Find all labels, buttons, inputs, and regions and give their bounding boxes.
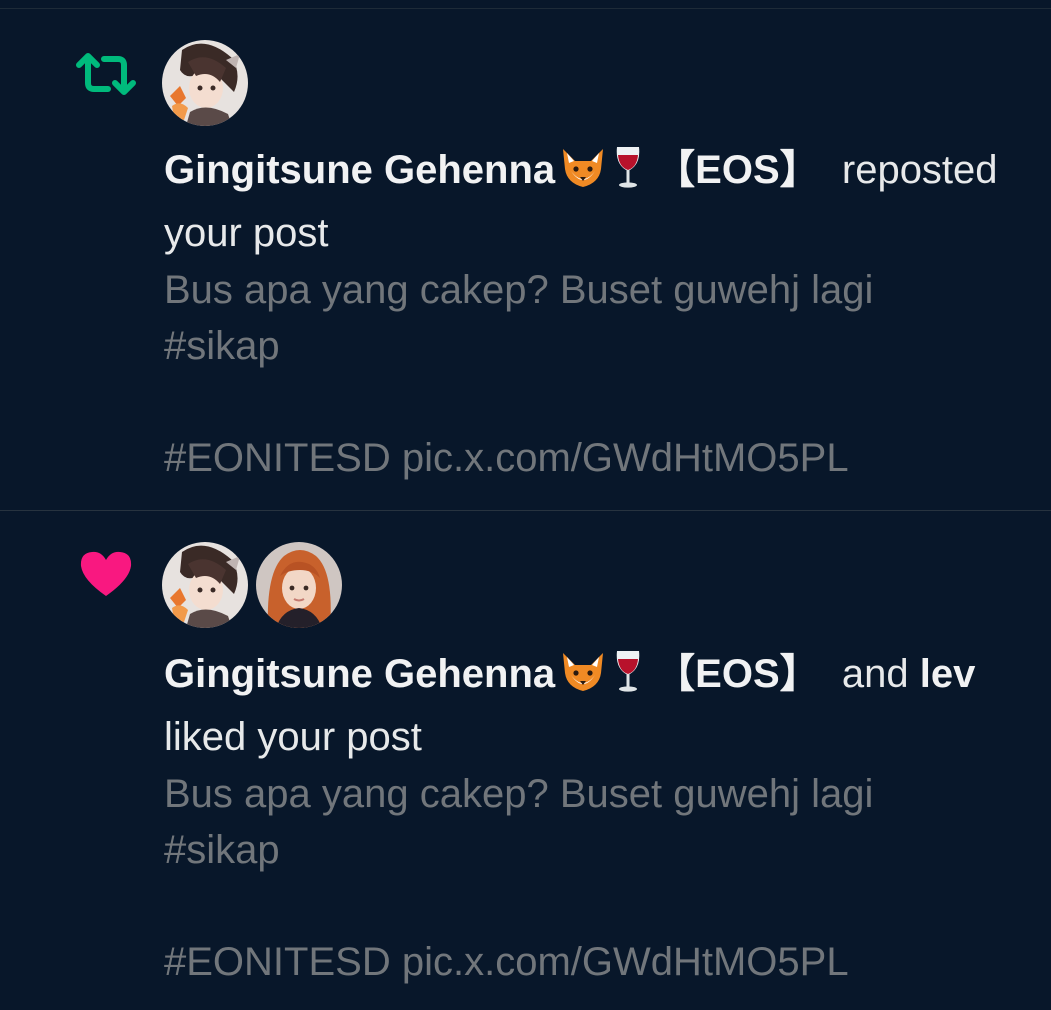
repost-icon	[72, 40, 140, 108]
post-link-line: #EONITESD pic.x.com/GWdHtMO5PL	[164, 940, 849, 984]
fox-emoji	[559, 145, 607, 205]
heart-icon	[72, 540, 140, 608]
second-actor-name-link[interactable]: lev	[920, 652, 976, 696]
post-hashtag-line: #sikap	[164, 828, 280, 872]
wine-glass-emoji	[611, 145, 645, 205]
fox-emoji	[559, 649, 607, 709]
notification-repost[interactable]: Gingitsune Gehenna 【EOS】 reposted your po…	[0, 10, 1051, 508]
top-divider	[0, 8, 1051, 9]
action-text: liked your post	[164, 715, 422, 759]
actor-name-link[interactable]: Gingitsune Gehenna	[164, 148, 555, 192]
avatar[interactable]	[162, 40, 248, 126]
avatar[interactable]	[162, 542, 248, 628]
notification-divider	[0, 510, 1051, 511]
post-hashtag-line: #sikap	[164, 324, 280, 368]
actor-tag: 【EOS】	[655, 148, 820, 192]
notification-text: Gingitsune Gehenna 【EOS】 reposted your po…	[164, 142, 1044, 486]
post-preview[interactable]: Bus apa yang cakep? Buset guwehj lagi #s…	[164, 766, 1044, 990]
notification-like[interactable]: Gingitsune Gehenna 【EOS】 and lev liked yo…	[0, 512, 1051, 1010]
post-blank-line	[164, 374, 1044, 430]
post-link-line: #EONITESD pic.x.com/GWdHtMO5PL	[164, 436, 849, 480]
post-text-line: Bus apa yang cakep? Buset guwehj lagi	[164, 268, 874, 312]
notification-text: Gingitsune Gehenna 【EOS】 and lev liked yo…	[164, 646, 1044, 990]
connector-text: and	[841, 652, 909, 696]
actor-tag: 【EOS】	[655, 652, 820, 696]
actor-avatars	[162, 542, 342, 628]
wine-glass-emoji	[611, 649, 645, 709]
post-text-line: Bus apa yang cakep? Buset guwehj lagi	[164, 772, 874, 816]
post-preview[interactable]: Bus apa yang cakep? Buset guwehj lagi #s…	[164, 262, 1044, 486]
avatar[interactable]	[256, 542, 342, 628]
actor-avatars	[162, 40, 248, 126]
post-blank-line	[164, 878, 1044, 934]
actor-name-link[interactable]: Gingitsune Gehenna	[164, 652, 555, 696]
